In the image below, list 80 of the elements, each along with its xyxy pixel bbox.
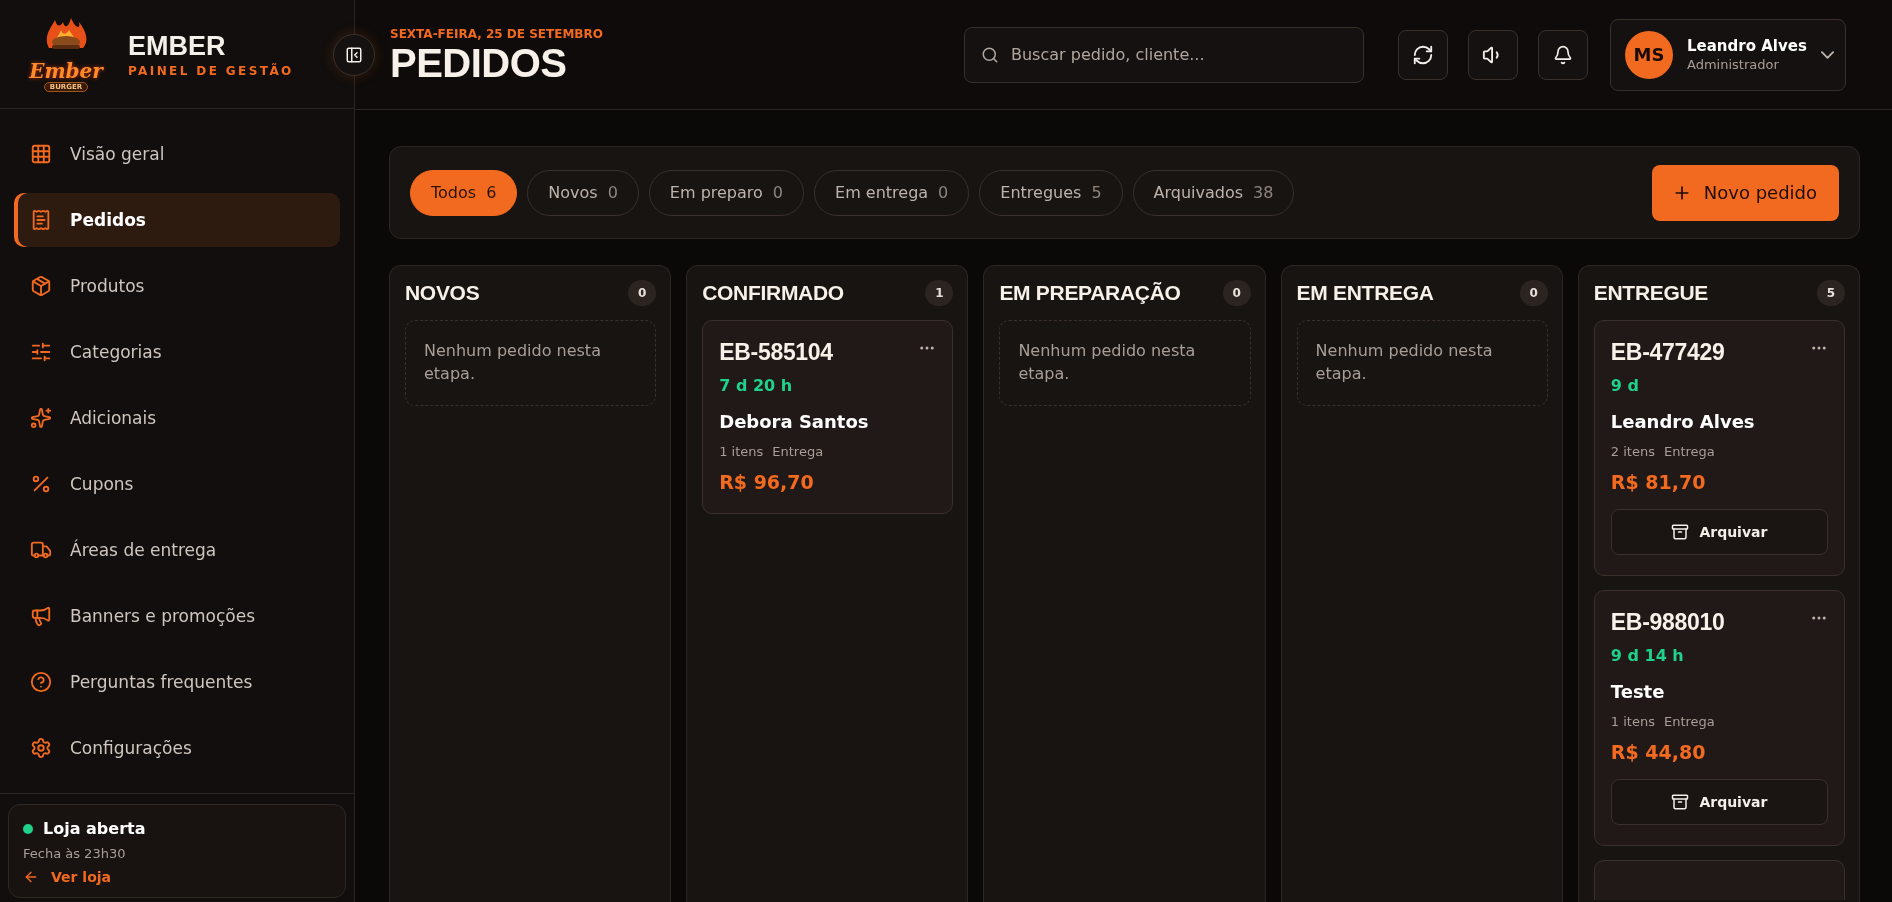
view-store-link[interactable]: Ver loja	[23, 869, 331, 885]
receipt-icon	[30, 209, 52, 231]
column-title: CONFIRMADO	[702, 281, 844, 305]
speaker-icon[interactable]	[1468, 29, 1518, 80]
archive-button[interactable]: Arquivar	[1610, 779, 1828, 825]
item-count: 1 itens	[719, 444, 764, 459]
search-field[interactable]: Buscar pedido, cliente...	[964, 26, 1364, 83]
settings-icon	[30, 737, 52, 759]
column-count: 1	[925, 280, 954, 306]
search-icon	[981, 45, 999, 64]
order-age: 9 d	[1610, 376, 1640, 395]
store-hours: Fecha às 23h30	[23, 846, 127, 861]
column-title: NOVOS	[405, 281, 480, 305]
megaphone-icon	[30, 605, 52, 627]
nav-item[interactable]: Adicionais	[14, 391, 340, 445]
nav-item[interactable]: Cupons	[14, 457, 340, 511]
page-title: PEDIDOS	[390, 42, 568, 83]
bell-icon[interactable]	[1538, 29, 1588, 80]
order-code: EB-988010	[1610, 609, 1725, 636]
store-status: Loja aberta	[43, 819, 146, 838]
column-count: 0	[1222, 280, 1251, 306]
nav-item[interactable]: Configurações	[14, 721, 340, 775]
arrow-left-icon	[23, 869, 39, 885]
nav-item[interactable]: Banners e promoções	[14, 589, 340, 643]
empty-message: Nenhum pedido nesta etapa.	[405, 320, 657, 407]
column-title: ENTREGUE	[1593, 281, 1709, 305]
grid-icon	[30, 143, 52, 165]
empty-message: Nenhum pedido nesta etapa.	[999, 320, 1251, 407]
order-code: EB-477429	[1610, 339, 1725, 366]
order-age: 7 d 20 h	[719, 376, 794, 395]
nav-item[interactable]: Produtos	[14, 259, 340, 313]
order-card[interactable]: EB-585104 7 d 20 h Debora Santos 1 itens Entrega R$ 96,70	[702, 320, 954, 514]
percent-icon	[30, 473, 52, 495]
archive-button[interactable]: Arquivar	[1610, 509, 1828, 555]
nav-item[interactable]: Visão geral	[14, 127, 340, 181]
column-count: 0	[628, 280, 657, 306]
sparkles-icon	[30, 407, 52, 429]
nav-item[interactable]: Perguntas frequentes	[14, 655, 340, 709]
empty-message: Nenhum pedido nesta etapa.	[1296, 320, 1548, 407]
brand-name: EMBER	[128, 30, 227, 62]
user-name: Leandro Alves	[1687, 37, 1807, 55]
user-role: Administrador	[1687, 57, 1780, 72]
nav-item[interactable]: Áreas de entrega	[14, 523, 340, 577]
delivery-mode: Entrega	[1663, 444, 1715, 459]
column-count: 5	[1817, 280, 1845, 306]
nav-item[interactable]: Categorias	[14, 325, 340, 379]
delivery-mode: Entrega	[772, 444, 824, 459]
archive-box-icon	[1671, 793, 1690, 811]
help-icon	[30, 671, 52, 693]
truck-icon	[30, 539, 52, 561]
chevron-down-icon	[1820, 50, 1834, 59]
box-icon	[30, 275, 52, 297]
column-count: 0	[1519, 280, 1548, 306]
customer-name: Teste	[1610, 681, 1666, 702]
date-text: SEXTA-FEIRA, 25 DE SETEMBRO	[390, 26, 604, 41]
nav-item[interactable]: Pedidos	[14, 193, 340, 247]
order-age: 9 d 14 h	[1610, 646, 1685, 665]
delivery-mode: Entrega	[1663, 714, 1715, 729]
column-title: EM ENTREGA	[1296, 281, 1434, 305]
order-code: EB-585104	[719, 339, 833, 366]
sliders-icon	[30, 341, 52, 363]
archive-box-icon	[1671, 523, 1690, 541]
item-count: 1 itens	[1610, 714, 1655, 729]
customer-name: Debora Santos	[719, 411, 870, 432]
collapse-sidebar-icon[interactable]	[333, 34, 375, 76]
refresh-icon[interactable]	[1398, 29, 1448, 80]
order-total: R$ 81,70	[1610, 471, 1707, 493]
brand-subtitle: PAINEL DE GESTÃO	[128, 63, 294, 78]
order-card[interactable]: EB-988010 9 d 14 h Teste 1 itens Entrega R$ 44,80 Arquivar	[1593, 590, 1845, 846]
item-count: 2 itens	[1610, 444, 1655, 459]
order-total: R$ 96,70	[719, 471, 815, 493]
filter-tab[interactable]: Todos 6	[410, 169, 518, 216]
avatar: MS	[1625, 30, 1673, 79]
search-input[interactable]: Buscar pedido, cliente...	[1009, 44, 1347, 65]
user-menu[interactable]: MS Leandro Alves Administrador	[1610, 18, 1846, 91]
customer-name: Leandro Alves	[1610, 411, 1756, 432]
column-title: EM PREPARAÇÃO	[999, 281, 1181, 305]
order-total: R$ 44,80	[1610, 741, 1707, 763]
new-order-button[interactable]: Novo pedido	[1651, 164, 1839, 221]
order-card[interactable]: EB-477429 9 d Leandro Alves 2 itens Entrega R$ 81,70 Arquivar	[1593, 320, 1845, 576]
